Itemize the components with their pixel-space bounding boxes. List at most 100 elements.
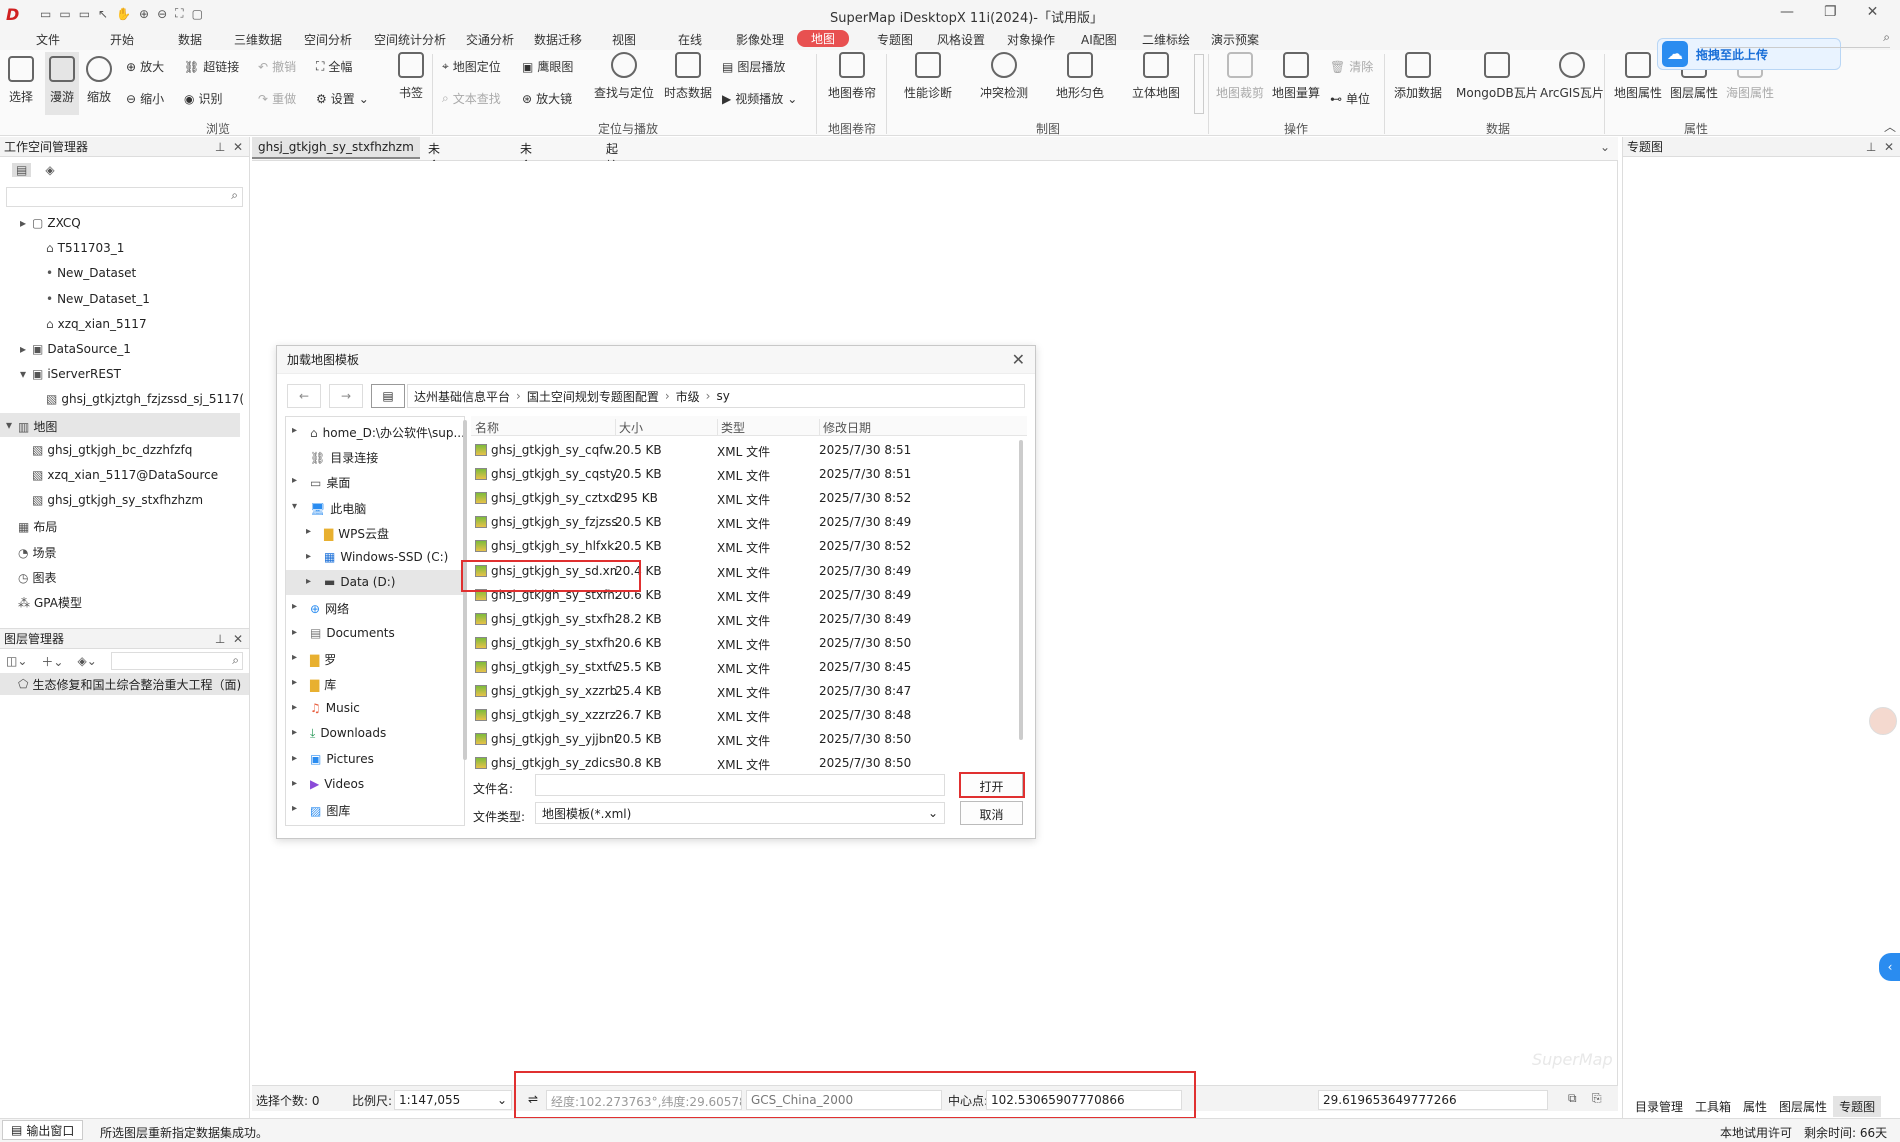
nav-item[interactable]: ▸ ▨ 图库	[286, 797, 464, 822]
column-header[interactable]: 名称	[475, 419, 613, 436]
menu-item[interactable]: 交通分析	[466, 31, 514, 48]
tree-item[interactable]: ▧ ghsj_gtkjgh_bc_dzzhfzfq	[0, 438, 240, 462]
layer-play-button[interactable]: ▤ 图层播放	[722, 58, 785, 75]
center-y-input[interactable]: 29.619653649777266	[1318, 1090, 1548, 1110]
tree-item[interactable]: ▸ ▣ DataSource_1	[0, 337, 240, 361]
nav-item[interactable]: ▸ ▶ Videos	[286, 772, 464, 797]
tree-item[interactable]: • New_Dataset	[0, 261, 240, 285]
expand-icon[interactable]: ▸	[306, 526, 311, 537]
nav-item[interactable]: ▸ ⊕ 网络	[286, 595, 464, 620]
scale-input[interactable]: 1:147,055 ⌄	[394, 1090, 512, 1110]
nav-item[interactable]: ▸ ♫ Music	[286, 696, 464, 721]
nav-item[interactable]: ▸ ▦ Windows-SSD (C:)	[286, 545, 464, 570]
text-find-button[interactable]: ⌕ 文本查找	[442, 90, 501, 107]
file-row[interactable]: ghsj_gtkjgh_sy_cqsty.xml20.5 KBXML 文件202…	[471, 462, 1019, 486]
pin-icon[interactable]: ⊥	[215, 632, 225, 646]
expand-icon[interactable]: ▸	[292, 753, 297, 764]
unit-button[interactable]: ⊷ 单位	[1330, 90, 1370, 107]
menu-item[interactable]: 专题图	[877, 31, 913, 48]
panel-tab[interactable]: 专题图	[1833, 1095, 1882, 1117]
tree-item[interactable]: • New_Dataset_1	[0, 287, 240, 311]
tree-item[interactable]: ▾ ▣ iServerREST	[0, 362, 240, 386]
tree-item[interactable]: ◔ 场景	[0, 539, 240, 563]
back-button[interactable]: ←	[287, 384, 321, 408]
expand-icon[interactable]: ▸	[292, 475, 297, 486]
menu-item[interactable]: 在线	[678, 31, 702, 48]
close-icon[interactable]: ✕	[1012, 350, 1025, 369]
menu-item[interactable]: 二维标绘	[1142, 31, 1190, 48]
file-row[interactable]: ghsj_gtkjgh_sy_cqfw.xml20.5 KBXML 文件2025…	[471, 438, 1019, 462]
map-locate-button[interactable]: ⌖ 地图定位	[442, 58, 501, 75]
tab-list-chevron-icon[interactable]: ⌄	[1600, 140, 1610, 154]
nav-item[interactable]: ▸ ▣ Pictures	[286, 747, 464, 772]
tree-item[interactable]: ▾ ▥ 地图	[0, 412, 240, 437]
panel-tab[interactable]: 属性	[1737, 1096, 1773, 1117]
close-icon[interactable]: ✕	[233, 140, 243, 154]
expand-icon[interactable]: ▸	[20, 216, 26, 230]
nav-item[interactable]: ▸ ▇ WPS云盘	[286, 520, 464, 545]
file-row[interactable]: ghsj_gtkjgh_sy_xzzrbhdf...25.4 KBXML 文件2…	[471, 679, 1019, 703]
temporal-data-button[interactable]: 时态数据	[664, 52, 712, 101]
file-row[interactable]: ghsj_gtkjgh_sy_fzjzssd.xml20.5 KBXML 文件2…	[471, 510, 1019, 534]
full-extent-icon[interactable]: ⛶	[175, 6, 183, 21]
file-row[interactable]: ghsj_gtkjgh_sy_cztxd.xml295 KBXML 文件2025…	[471, 486, 1019, 510]
zoom-in-icon[interactable]: ⊕	[139, 7, 149, 21]
tree-item[interactable]: ▸ ▢ ZXCQ	[0, 211, 240, 235]
breadcrumb[interactable]: 达州基础信息平台 › 国土空间规划专题图配置 › 市级 › sy	[407, 384, 1025, 408]
menu-item[interactable]: 演示预案	[1211, 31, 1259, 48]
nav-item[interactable]: ⛓ 目录连接	[286, 444, 464, 469]
expand-icon[interactable]: ▸	[292, 727, 297, 738]
redo-button[interactable]: ↷ 重做	[258, 90, 296, 107]
menu-item[interactable]: 数据迁移	[534, 31, 582, 48]
conflict-detect-button[interactable]: 冲突检测	[980, 52, 1028, 101]
expand-icon[interactable]: ▸	[292, 778, 297, 789]
layer-view-icon[interactable]: ◈	[45, 163, 54, 177]
doc-tab[interactable]: ghsj_gtkjgh_sy_stxfhzhzm	[252, 137, 420, 159]
tree-item[interactable]: ▧ ghsj_gtkjztgh_fzjzssd_sj_5117(	[0, 387, 244, 411]
expand-icon[interactable]: ▸	[292, 702, 297, 713]
video-play-button[interactable]: ▶ 视频播放 ⌄	[722, 90, 797, 107]
find-locate-button[interactable]: 查找与定位	[594, 52, 654, 101]
nav-item[interactable]: ▾ 🖥 此电脑	[286, 495, 464, 520]
tree-item[interactable]: ▧ ghsj_gtkjgh_sy_stxfhzhzm	[0, 488, 240, 512]
hyperlink-button[interactable]: ⛓ 超链接	[184, 58, 239, 75]
minimize-icon[interactable]: —	[1780, 4, 1794, 20]
menu-item[interactable]: 空间统计分析	[374, 31, 446, 48]
zoom-in-button[interactable]: ⊕ 放大	[126, 58, 164, 75]
close-workspace-icon[interactable]: ▭	[79, 7, 90, 21]
file-row[interactable]: ghsj_gtkjgh_sy_stxfhzhz...20.6 KBXML 文件2…	[471, 631, 1019, 655]
file-row[interactable]: ghsj_gtkjgh_sy_yjjbntcb...20.5 KBXML 文件2…	[471, 727, 1019, 751]
panel-tab[interactable]: 目录管理	[1629, 1096, 1689, 1117]
nav-item[interactable]: ▸ ⤓ Downloads	[286, 721, 464, 746]
stereo-map-button[interactable]: 立体地图	[1132, 52, 1180, 101]
add-layer-icon[interactable]: ＋⌄	[41, 653, 63, 670]
expand-icon[interactable]: ▸	[292, 601, 297, 612]
maximize-icon[interactable]: ❐	[1824, 4, 1837, 20]
expand-icon[interactable]: ▾	[292, 501, 297, 512]
tree-item[interactable]: ▧ xzq_xian_5117@DataSource	[0, 463, 240, 487]
menu-item[interactable]: 影像处理	[736, 31, 784, 48]
workspace-search-input[interactable]: ⌕	[6, 187, 243, 207]
assistant-avatar[interactable]	[1869, 707, 1897, 735]
breadcrumb-item[interactable]: 国土空间规划专题图配置	[527, 388, 659, 405]
identify-button[interactable]: ◉ 识别	[184, 90, 223, 107]
copy-icon[interactable]: ⧉	[1568, 1091, 1577, 1106]
select-icon[interactable]: ↖	[98, 7, 108, 21]
nav-item[interactable]: ▸ ▇ 库	[286, 671, 464, 696]
close-icon[interactable]: ✕	[1884, 140, 1894, 154]
folder-icon[interactable]: ▢	[192, 7, 203, 21]
full-extent-button[interactable]: ⛶ 全幅	[316, 58, 352, 75]
menu-item[interactable]: 对象操作	[1007, 31, 1055, 48]
zoom-out-button[interactable]: ⊖ 缩小	[126, 90, 164, 107]
menu-item[interactable]: 三维数据	[234, 31, 282, 48]
cancel-button[interactable]: 取消	[960, 801, 1023, 825]
eagle-eye-button[interactable]: ▣ 鹰眼图	[522, 58, 573, 75]
file-row[interactable]: ghsj_gtkjgh_sy_xzzrzhfxf...26.7 KBXML 文件…	[471, 703, 1019, 727]
expand-icon[interactable]: ▸	[292, 803, 297, 814]
menu-item[interactable]: 文件	[36, 31, 60, 48]
menu-item[interactable]: 地图	[797, 30, 850, 47]
paste-icon[interactable]: ⎘	[1592, 1091, 1602, 1106]
menu-item[interactable]: 空间分析	[304, 31, 352, 48]
workspace-tree-icon[interactable]: ▤	[12, 163, 32, 177]
nav-item[interactable]: ▸ ▤ Documents	[286, 621, 464, 646]
